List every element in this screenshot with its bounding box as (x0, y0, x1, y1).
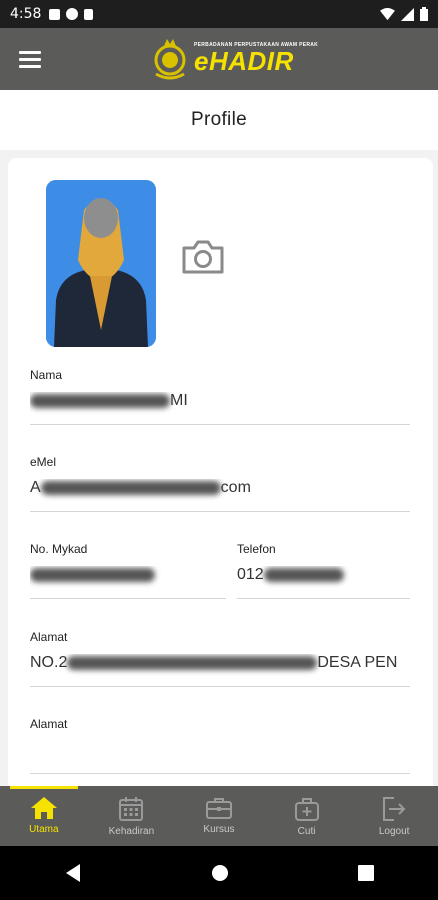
address-value: NO.2 (30, 654, 68, 671)
email-label: eMel (30, 455, 57, 469)
email-field[interactable]: eMel Acom (30, 455, 410, 512)
nav-item-utama[interactable]: Utama (0, 786, 88, 846)
notification-circle-icon (66, 8, 79, 20)
name-field[interactable]: Nama MI (30, 368, 410, 425)
app-name: eHADIR (194, 46, 294, 76)
bottom-nav: Utama Kehadiran Kursus Cuti Logout (0, 786, 438, 846)
nav-item-cuti[interactable]: Cuti (263, 786, 351, 846)
divider (30, 424, 410, 425)
system-nav-bar (0, 846, 438, 900)
back-icon[interactable] (64, 863, 82, 883)
signal-icon (401, 7, 414, 21)
profile-photo[interactable] (46, 180, 156, 347)
redaction (263, 567, 344, 582)
nav-label: Utama (29, 824, 59, 835)
nav-label: Kehadiran (108, 826, 155, 837)
mykad-field[interactable]: No. Mykad (30, 542, 226, 599)
divider (30, 598, 226, 599)
name-label: Nama (30, 368, 63, 382)
hamburger-menu-icon[interactable] (0, 28, 60, 90)
nav-item-kehadiran[interactable]: Kehadiran (88, 786, 176, 846)
divider (237, 598, 410, 599)
crest-logo-icon (154, 39, 186, 80)
recents-icon[interactable] (357, 865, 374, 881)
redaction (30, 393, 170, 408)
redaction (30, 567, 155, 582)
mykad-label: No. Mykad (30, 542, 88, 556)
redaction (67, 655, 318, 670)
address-label: Alamat (30, 630, 68, 644)
nav-label: Logout (378, 826, 410, 837)
status-bar: 4:58 (0, 0, 438, 28)
nav-label: Kursus (203, 824, 235, 835)
notification-a-icon (49, 8, 61, 20)
address-field[interactable]: Alamat NO.2 DESA PEN (30, 630, 410, 687)
profile-card: Nama MI eMel Acom No. Mykad Telefon 012 … (8, 158, 433, 798)
medical-bag-icon (294, 798, 319, 821)
email-value-end: com (220, 479, 251, 496)
address-line2-label: Alamat (30, 717, 68, 731)
wifi-icon (380, 7, 395, 20)
battery-icon (420, 7, 428, 21)
page-title: Profile (191, 109, 247, 130)
phone-field[interactable]: Telefon 012 (237, 542, 410, 599)
nav-item-kursus[interactable]: Kursus (175, 786, 263, 846)
page-header: Profile (0, 90, 438, 150)
nav-label: Cuti (297, 826, 316, 837)
briefcase-icon (205, 798, 232, 819)
system-icons (380, 7, 428, 21)
calendar-icon (119, 797, 144, 821)
email-value: A (30, 479, 41, 496)
redaction (40, 480, 221, 495)
phone-label: Telefon (237, 542, 276, 556)
home-button-icon[interactable] (211, 864, 229, 882)
address-value-end: DESA PEN (317, 654, 398, 671)
notification-sd-icon (84, 8, 94, 20)
nav-item-logout[interactable]: Logout (350, 786, 438, 846)
camera-icon[interactable] (180, 238, 226, 276)
home-icon (30, 797, 57, 819)
phone-value: 012 (237, 566, 264, 583)
logout-icon (383, 797, 406, 821)
divider (30, 773, 410, 774)
avatar-figure-icon (46, 180, 156, 347)
name-value: MI (170, 392, 188, 409)
address-line2-field[interactable]: Alamat (30, 717, 410, 774)
app-logo: PERBADANAN PERPUSTAKAAN AWAM PERAK eHADI… (150, 36, 318, 80)
app-bar: PERBADANAN PERPUSTAKAAN AWAM PERAK eHADI… (0, 28, 438, 90)
divider (30, 511, 410, 512)
divider (30, 686, 410, 687)
status-time: 4:58 (10, 6, 42, 22)
notification-icons (49, 8, 94, 20)
address-line2-value (30, 741, 410, 765)
